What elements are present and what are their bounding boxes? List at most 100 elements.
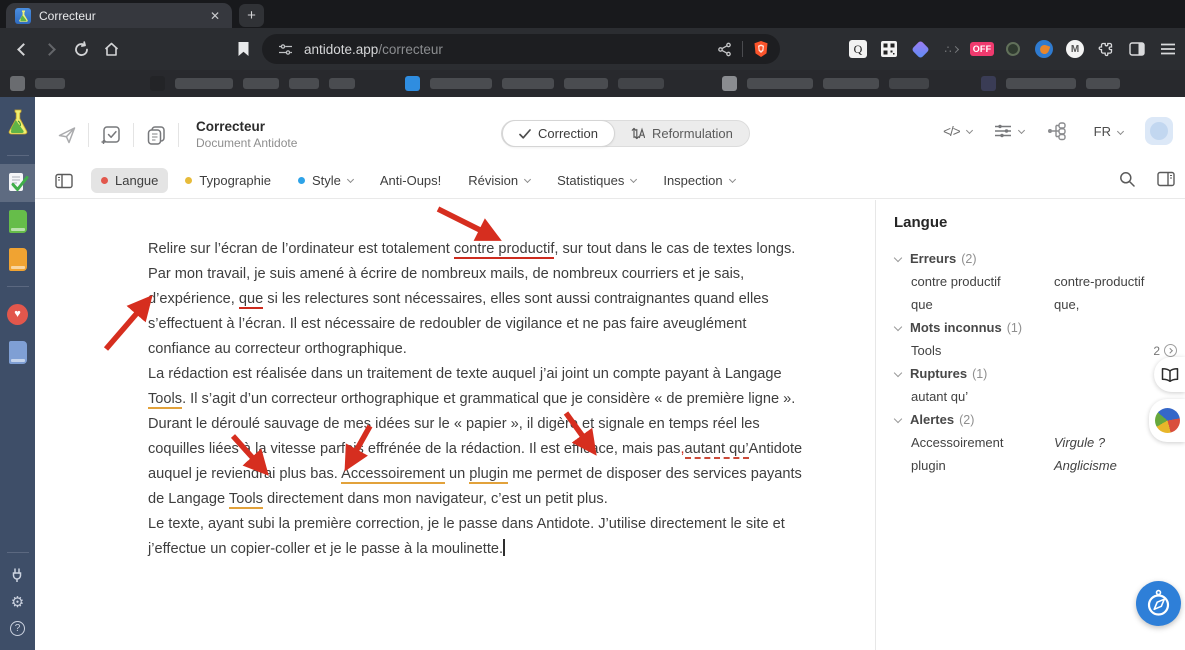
bookmark-folder-icon[interactable] (10, 76, 25, 91)
tab-r-vision[interactable]: Révision (458, 168, 540, 193)
bookmarks-bar[interactable] (0, 70, 1185, 97)
sidebar-item-correcteur[interactable] (0, 164, 35, 202)
flagged-text[interactable]: Tools (229, 491, 263, 509)
heart-icon: ♥ (7, 304, 28, 325)
tab-title: Correcteur (39, 9, 207, 23)
flagged-text[interactable]: Tools (148, 391, 182, 409)
home-button[interactable] (98, 28, 124, 70)
app-sidebar: ♥ ⚙ ? (0, 97, 35, 650)
ext-qr-icon[interactable] (880, 40, 898, 58)
url-path: /correcteur (378, 42, 443, 57)
ext-timer-icon[interactable] (1004, 40, 1022, 58)
ext-sidebar-icon[interactable] (1128, 40, 1146, 58)
check-icon (519, 129, 531, 139)
screen: Correcteur ✕ + antidote.app/correcteur (0, 0, 1185, 650)
flagged-text[interactable]: plugin (469, 466, 508, 484)
help-icon[interactable]: ? (10, 615, 25, 642)
browser-tab[interactable]: Correcteur ✕ (6, 3, 232, 28)
reload-button[interactable] (68, 28, 94, 70)
bookmark-icon[interactable] (230, 28, 256, 70)
extensions-row: Q ∴ OFF M (849, 28, 1177, 70)
ext-dots-arrow-icon[interactable]: ∴ (942, 40, 960, 58)
settings-gear-icon[interactable]: ⚙ (11, 588, 24, 615)
tab-typographie[interactable]: Typographie (175, 168, 281, 193)
translator-flyout-tab[interactable] (1149, 399, 1185, 442)
flagged-text[interactable]: autant qu’ (685, 441, 749, 459)
flagged-text[interactable]: , (680, 441, 684, 457)
sidebar-item-guides[interactable] (0, 240, 35, 278)
brave-shield-icon[interactable] (752, 40, 770, 58)
result-row[interactable]: autant qu’ (894, 385, 1185, 408)
search-icon[interactable] (1119, 171, 1135, 190)
reformulation-toggle[interactable]: Reformulation (615, 120, 749, 147)
address-bar[interactable]: antidote.app/correcteur (262, 34, 780, 64)
tab-statistiques[interactable]: Statistiques (547, 168, 646, 193)
correction-toggle[interactable]: Correction (502, 120, 615, 147)
browser-tab-strip: Correcteur ✕ + (0, 0, 1185, 28)
mode-switch: Correction Reformulation (501, 120, 750, 147)
ext-off-badge[interactable]: OFF (973, 40, 991, 58)
paragraph[interactable]: Relire sur l’écran de l’ordinateur est t… (148, 237, 804, 362)
back-button[interactable] (8, 28, 34, 70)
user-avatar[interactable] (1145, 117, 1173, 145)
reformulation-icon (631, 127, 645, 140)
flagged-text[interactable]: que (239, 291, 263, 309)
flagged-text[interactable]: contre productif (454, 241, 555, 259)
sidebar-item-dictionnaires[interactable] (0, 202, 35, 240)
correction-tabs: Langue Typographie Style Anti-Oups! Révision… (91, 168, 752, 193)
share-icon[interactable] (715, 40, 733, 58)
sidebar-item-favoris[interactable]: ♥ (0, 295, 35, 333)
section-header[interactable]: Ruptures(1) (894, 362, 1185, 385)
section-header[interactable]: Mots inconnus(1) (894, 316, 1185, 339)
paragraph[interactable]: Le texte, ayant subi la première correct… (148, 512, 804, 562)
tab-close-icon[interactable]: ✕ (207, 7, 223, 25)
language-selector[interactable]: FR (1094, 124, 1123, 139)
ext-diamond-icon[interactable] (911, 40, 929, 58)
occurrence-badge[interactable]: 2 (1153, 344, 1177, 358)
section-header[interactable]: Erreurs(2) (894, 247, 1185, 270)
dictionary-flyout-tab[interactable] (1154, 357, 1185, 392)
tab-style[interactable]: Style (288, 168, 363, 193)
result-row[interactable]: Tools2 (894, 339, 1185, 362)
new-tab-button[interactable]: + (239, 4, 264, 27)
site-settings-icon[interactable] (276, 40, 294, 58)
editor-text[interactable]: Relire sur l’écran de l’ordinateur est t… (148, 237, 804, 562)
antidote-favicon (15, 8, 31, 24)
paragraph[interactable]: La rédaction est réalisée dans un traite… (148, 362, 804, 512)
flagged-text[interactable]: Accessoirement (341, 466, 445, 484)
bookmark-icon-blue[interactable] (405, 76, 420, 91)
filters-dropdown[interactable] (994, 123, 1024, 139)
result-row[interactable]: queque, (894, 293, 1185, 316)
tab-langue[interactable]: Langue (91, 168, 168, 193)
sidebar-item-bleuets[interactable] (0, 333, 35, 371)
right-panel-toggle-icon[interactable] (1157, 171, 1175, 190)
browser-menu-icon[interactable] (1159, 40, 1177, 58)
app-header: Correcteur Document Antidote Correction … (35, 97, 1185, 163)
result-row[interactable]: AccessoirementVirgule ? (894, 431, 1185, 454)
results-list: Erreurs(2)contre productifcontre-product… (894, 247, 1185, 477)
antidote-logo[interactable] (0, 97, 35, 147)
tab-inspection[interactable]: Inspection (653, 168, 744, 193)
compass-icon (1145, 589, 1172, 618)
tour-fab-button[interactable] (1136, 581, 1181, 626)
tab-anti-oups-[interactable]: Anti-Oups! (370, 168, 451, 193)
code-view-dropdown[interactable]: </> (943, 124, 972, 139)
section-header[interactable]: Alertes(2) (894, 408, 1185, 431)
ext-m-icon[interactable]: M (1066, 40, 1084, 58)
result-row[interactable]: contre productifcontre-productif (894, 270, 1185, 293)
result-row[interactable]: pluginAnglicisme (894, 454, 1185, 477)
filter-tabbar: Langue Typographie Style Anti-Oups! Révision… (35, 163, 1185, 199)
flagged-text[interactable] (503, 539, 505, 556)
forward-button[interactable] (38, 28, 64, 70)
ext-puzzle-icon[interactable] (1097, 40, 1115, 58)
add-check-icon[interactable] (100, 124, 122, 146)
connectors-icon[interactable] (10, 561, 26, 588)
panel-toggle-icon[interactable] (55, 173, 73, 189)
copy-icon[interactable] (145, 124, 167, 146)
document-title: Correcteur (196, 119, 297, 135)
send-icon[interactable] (57, 125, 77, 145)
ext-q-icon[interactable]: Q (849, 40, 867, 58)
connections-tree-icon[interactable] (1046, 121, 1068, 141)
panel-title: Langue (894, 214, 1185, 231)
ext-thunderbird-icon[interactable] (1035, 40, 1053, 58)
